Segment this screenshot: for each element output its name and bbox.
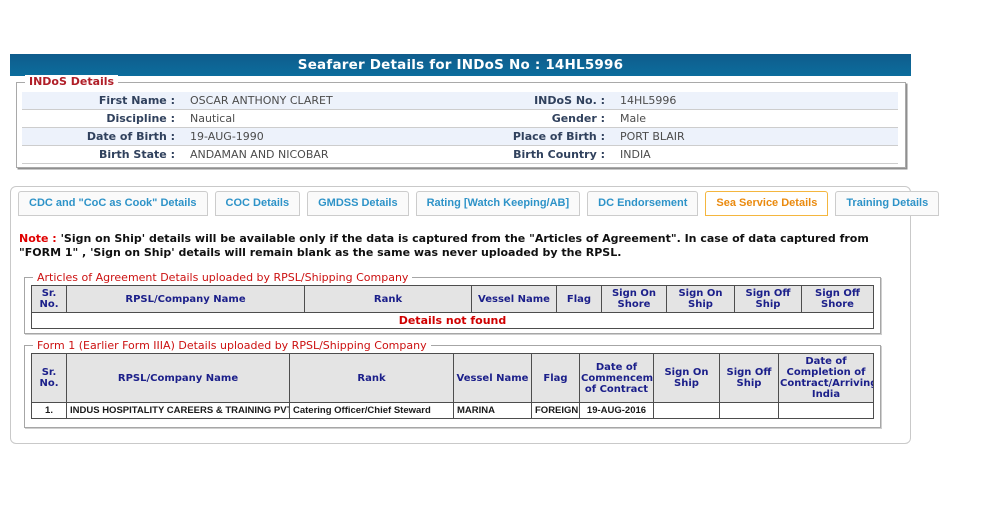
- table-cell: [653, 402, 720, 419]
- detail-row: Discipline : Nautical Gender : Male: [22, 110, 898, 128]
- field-label: Gender :: [551, 112, 605, 125]
- header-row: Sr. No. RPSL/Company Name Rank Vessel Name F…: [31, 353, 874, 403]
- indos-details-legend: INDoS Details: [25, 75, 119, 88]
- form1-table-body: 1. INDUS HOSPITALITY CAREERS & TRAINING P…: [31, 402, 874, 419]
- field-value: Male: [620, 112, 647, 125]
- table-row: Details not found: [31, 312, 874, 329]
- table-cell: FOREIGN: [531, 402, 580, 419]
- form1-legend: Form 1 (Earlier Form IIIA) Details uploa…: [33, 339, 431, 352]
- articles-table-head: Sr. No. RPSL/Company Name Rank Vessel Name F…: [31, 285, 874, 313]
- detail-row: Date of Birth : 19-AUG-1990 Place of Birth…: [22, 128, 898, 146]
- indos-details-section: INDoS Details First Name : OSCAR ANTHONY …: [16, 75, 906, 168]
- tab-training-details[interactable]: Training Details: [835, 191, 940, 216]
- column-header: Rank: [289, 353, 454, 403]
- field-label: Place of Birth :: [512, 130, 605, 143]
- form1-table-head: Sr. No. RPSL/Company Name Rank Vessel Name F…: [31, 353, 874, 403]
- field-label: INDoS No. :: [534, 94, 605, 107]
- table-cell: [778, 402, 874, 419]
- form1-table: Sr. No. RPSL/Company Name Rank Vessel Name F…: [31, 353, 874, 419]
- field-label: Birth State :: [98, 148, 175, 161]
- column-header: RPSL/Company Name: [66, 285, 305, 313]
- detail-row: Birth State : ANDAMAN AND NICOBAR Birth Co…: [22, 146, 898, 164]
- indos-rows: First Name : OSCAR ANTHONY CLARET INDoS No…: [22, 92, 898, 164]
- table-row: 1. INDUS HOSPITALITY CAREERS & TRAINING P…: [31, 402, 874, 419]
- tab-gmdss-details[interactable]: GMDSS Details: [307, 191, 409, 216]
- page-title: Seafarer Details for INDoS No : 14HL5996: [10, 54, 911, 76]
- articles-of-agreement-section: Articles of Agreement Details uploaded b…: [24, 271, 881, 334]
- field-value: 14HL5996: [620, 94, 677, 107]
- note-text: 'Sign on Ship' details will be available…: [19, 232, 869, 259]
- tab-bar: CDC and "CoC as Cook" Details COC Details…: [18, 191, 940, 216]
- field-value: ANDAMAN AND NICOBAR: [190, 148, 329, 161]
- articles-table: Sr. No. RPSL/Company Name Rank Vessel Name F…: [31, 285, 874, 329]
- sea-service-panel: CDC and "CoC as Cook" Details COC Details…: [10, 186, 940, 444]
- field-value: 19-AUG-1990: [190, 130, 264, 143]
- column-header: Vessel Name: [471, 285, 557, 313]
- field-label: Birth Country :: [513, 148, 605, 161]
- table-cell: [719, 402, 779, 419]
- tab-dc-endorsement[interactable]: DC Endorsement: [587, 191, 699, 216]
- column-header: Date of Completion of Contract/Arriving …: [778, 353, 874, 403]
- field-value: Nautical: [190, 112, 236, 125]
- note-label: Note :: [19, 232, 57, 245]
- column-header: Flag: [556, 285, 602, 313]
- table-cell: 19-AUG-2016: [579, 402, 654, 419]
- note: Note : 'Sign on Ship' details will be av…: [19, 232, 897, 259]
- column-header: RPSL/Company Name: [66, 353, 290, 403]
- field-value: OSCAR ANTHONY CLARET: [190, 94, 333, 107]
- column-header: Sr. No.: [31, 353, 67, 403]
- column-header: Date of Commencement of Contract: [579, 353, 654, 403]
- column-header: Sign On Ship: [653, 353, 720, 403]
- field-value: PORT BLAIR: [620, 130, 685, 143]
- column-header: Sign Off Ship: [734, 285, 802, 313]
- field-label: First Name :: [98, 94, 175, 107]
- header-row: Sr. No. RPSL/Company Name Rank Vessel Name F…: [31, 285, 874, 313]
- column-header: Sign Off Ship: [719, 353, 779, 403]
- column-header: Sign Off Shore: [801, 285, 874, 313]
- table-cell: 1.: [31, 402, 67, 419]
- table-cell: INDUS HOSPITALITY CAREERS & TRAINING PVT…: [66, 402, 290, 419]
- form1-section: Form 1 (Earlier Form IIIA) Details uploa…: [24, 339, 881, 428]
- column-header: Rank: [304, 285, 472, 313]
- tab-coc-details[interactable]: COC Details: [214, 191, 301, 216]
- articles-legend: Articles of Agreement Details uploaded b…: [33, 271, 413, 284]
- column-header: Vessel Name: [453, 353, 532, 403]
- tab-cdc-and-coc-as-cook-details[interactable]: CDC and "CoC as Cook" Details: [18, 191, 208, 216]
- empty-message: Details not found: [31, 312, 874, 329]
- field-label: Date of Birth :: [86, 130, 175, 143]
- tab-sea-service-details[interactable]: Sea Service Details: [705, 191, 829, 216]
- column-header: Sign On Shore: [601, 285, 667, 313]
- field-label: Discipline :: [106, 112, 175, 125]
- column-header: Sr. No.: [31, 285, 67, 313]
- table-cell: Catering Officer/Chief Steward: [289, 402, 454, 419]
- tab-rating-watch-keeping-ab[interactable]: Rating [Watch Keeping/AB]: [415, 191, 581, 216]
- field-value: INDIA: [620, 148, 651, 161]
- detail-row: First Name : OSCAR ANTHONY CLARET INDoS No…: [22, 92, 898, 110]
- table-cell: MARINA: [453, 402, 532, 419]
- column-header: Flag: [531, 353, 580, 403]
- column-header: Sign On Ship: [666, 285, 735, 313]
